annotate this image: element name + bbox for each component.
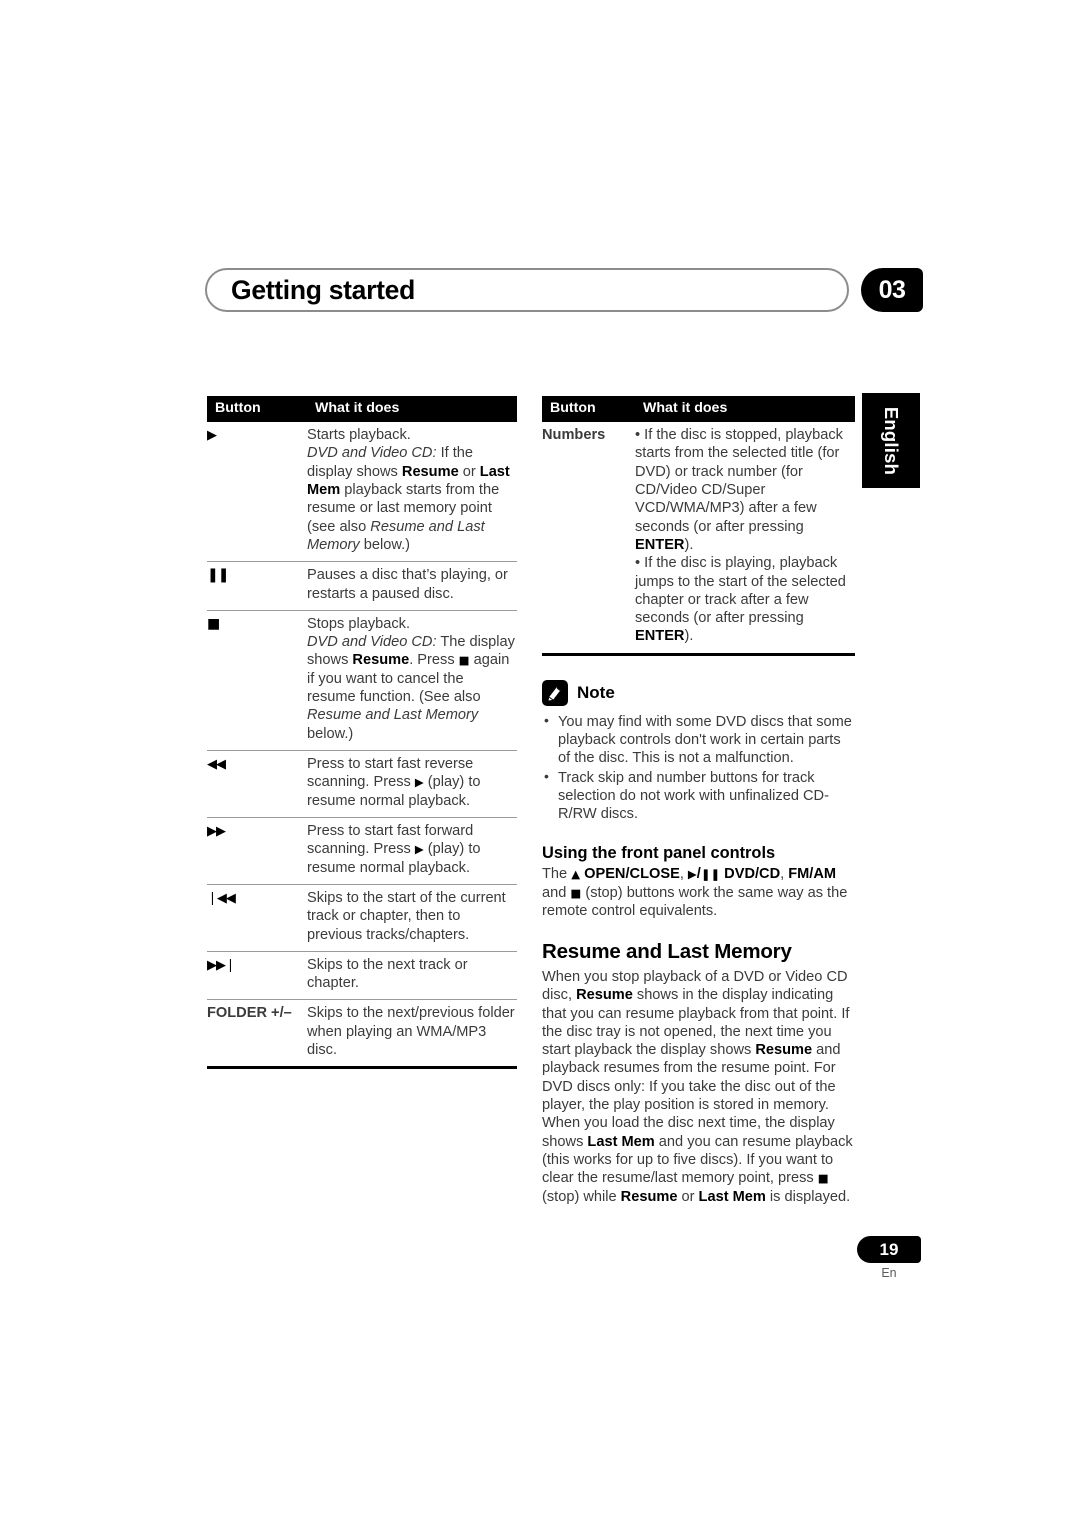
note-heading: Note	[542, 679, 855, 706]
table-cell-description: Skips to the next/previous folder when p…	[307, 999, 517, 1070]
column-header-button: Button	[542, 396, 635, 423]
folder-button-label: FOLDER +/–	[207, 999, 307, 1070]
chapter-number-badge: 03	[861, 268, 923, 312]
table-cell-description: Pauses a disc that’s playing, or restart…	[307, 561, 517, 611]
note-block: Note You may find with some DVD discs th…	[542, 679, 855, 824]
table-header-row: Button What it does	[207, 396, 517, 423]
language-tab-label: English	[881, 406, 902, 475]
stop-icon: ■	[207, 610, 307, 752]
table-cell-description: Skips to the start of the current track …	[307, 884, 517, 952]
table-cell-description: Press to start fast reverse scanning. Pr…	[307, 750, 517, 818]
page-language-code: En	[881, 1266, 897, 1280]
table-row: ▶▶❘ Skips to the next track or chapter.	[207, 951, 517, 1001]
note-pencil-icon	[542, 679, 568, 706]
front-panel-section: Using the front panel controls The ▲ OPE…	[542, 844, 855, 921]
table-cell-description: Skips to the next track or chapter.	[307, 951, 517, 1001]
table-header-row: Button What it does	[542, 396, 855, 423]
table-row: ❚❚ Pauses a disc that’s playing, or rest…	[207, 561, 517, 611]
column-header-what-it-does: What it does	[635, 396, 855, 423]
column-header-what-it-does: What it does	[307, 396, 517, 423]
table-row: ▶ Starts playback. DVD and Video CD: If …	[207, 422, 517, 563]
note-bullet-list: You may find with some DVD discs that so…	[542, 712, 855, 824]
column-header-button: Button	[207, 396, 307, 423]
right-column: Button What it does Numbers • If the dis…	[542, 396, 855, 1206]
front-panel-heading: Using the front panel controls	[542, 843, 776, 862]
table-row: FOLDER +/– Skips to the next/previous fo…	[207, 999, 517, 1070]
numbers-button-label: Numbers	[542, 422, 635, 656]
table-row: ▶▶ Press to start fast forward scanning.…	[207, 817, 517, 885]
page-title: Getting started	[231, 275, 415, 305]
table-row: ❘◀◀ Skips to the start of the current tr…	[207, 884, 517, 952]
table-cell-description: Press to start fast forward scanning. Pr…	[307, 817, 517, 885]
resume-last-memory-body: When you stop playback of a DVD or Video…	[542, 968, 853, 1205]
front-panel-body: The ▲ OPEN/CLOSE, ▶/❚❚ DVD/CD, FM/AM and…	[542, 866, 848, 919]
table-row: ◀◀ Press to start fast reverse scanning.…	[207, 750, 517, 818]
language-tab: English	[862, 393, 920, 488]
note-title: Note	[577, 682, 615, 702]
resume-last-memory-section: Resume and Last Memory When you stop pla…	[542, 940, 855, 1206]
play-icon: ▶	[207, 422, 307, 563]
document-page: Getting started 03 English Button What i…	[0, 0, 1080, 1528]
skip-previous-icon: ❘◀◀	[207, 884, 307, 952]
fast-forward-icon: ▶▶	[207, 817, 307, 885]
skip-next-icon: ▶▶❘	[207, 951, 307, 1001]
resume-last-memory-heading: Resume and Last Memory	[542, 940, 792, 964]
table-cell-description: • If the disc is stopped, playback start…	[635, 422, 855, 656]
list-item: Track skip and number buttons for track …	[542, 768, 855, 824]
table-row: Numbers • If the disc is stopped, playba…	[542, 422, 855, 656]
left-column: Button What it does ▶ Starts playback. D…	[207, 396, 517, 1070]
page-number-badge: 19	[857, 1236, 921, 1263]
table-cell-description: Starts playback. DVD and Video CD: If th…	[307, 422, 517, 563]
fast-reverse-icon: ◀◀	[207, 750, 307, 818]
page-header: Getting started 03	[205, 268, 923, 314]
table-row: ■ Stops playback. DVD and Video CD: The …	[207, 610, 517, 752]
remote-button-table-right: Button What it does Numbers • If the dis…	[542, 396, 855, 656]
pause-icon: ❚❚	[207, 561, 307, 611]
list-item: You may find with some DVD discs that so…	[542, 712, 855, 768]
remote-button-table-left: Button What it does ▶ Starts playback. D…	[207, 396, 517, 1070]
header-pill: Getting started	[205, 268, 849, 312]
table-cell-description: Stops playback. DVD and Video CD: The di…	[307, 610, 517, 752]
